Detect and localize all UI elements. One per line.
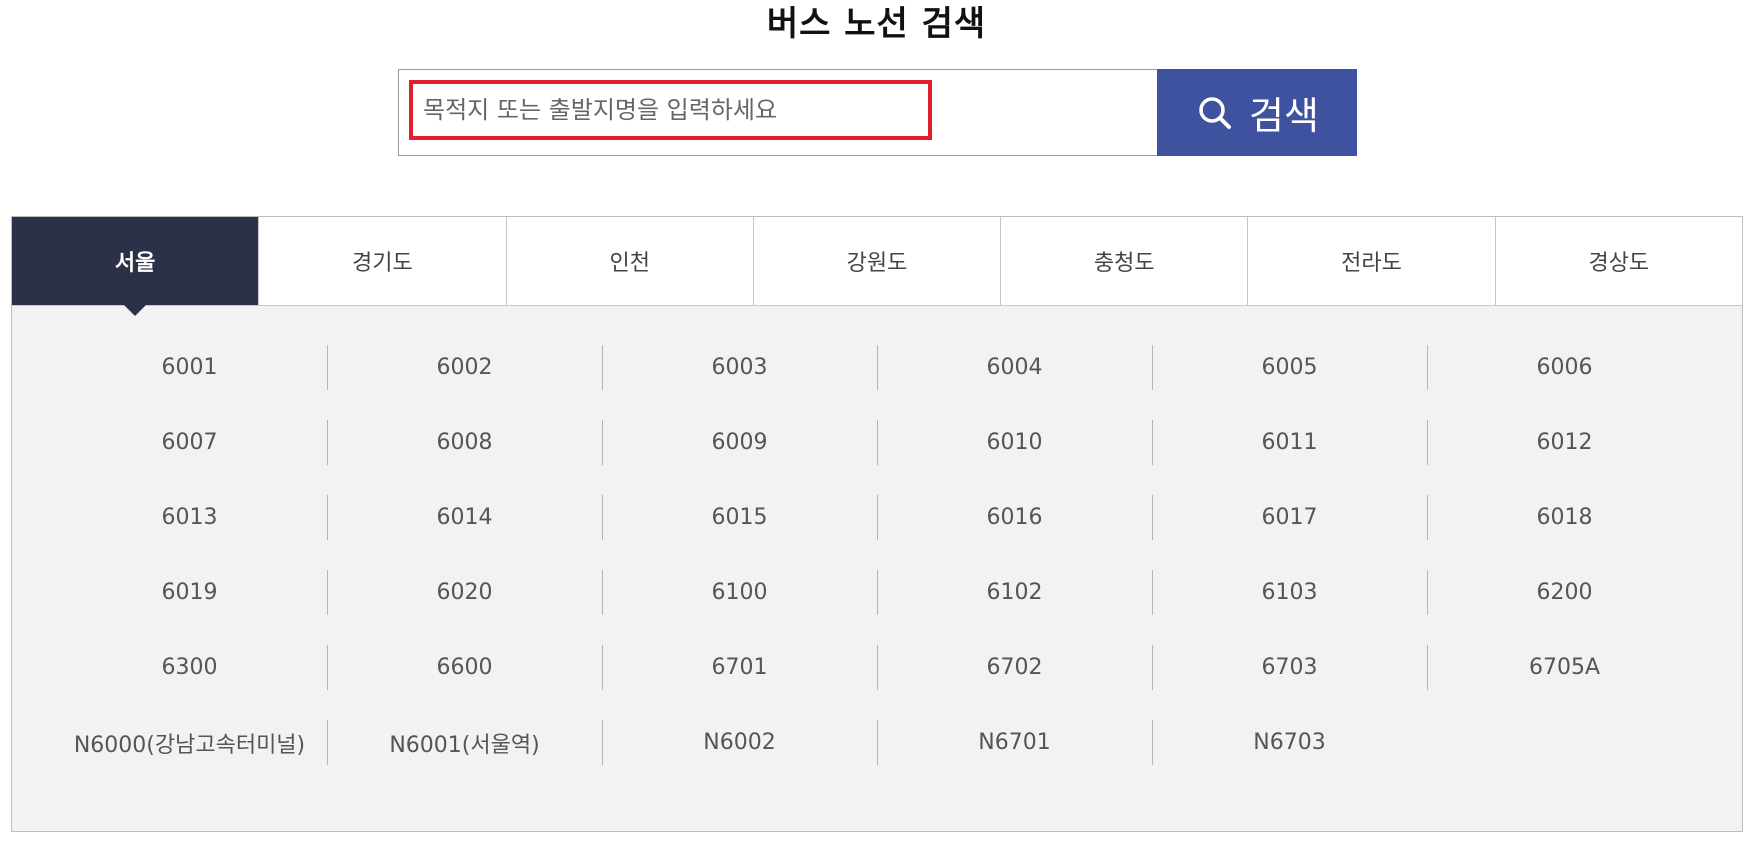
search-input[interactable] [409,80,932,140]
route-item[interactable]: 6010 [877,420,1152,465]
route-item[interactable]: 6703 [1152,645,1427,690]
route-item[interactable]: 6005 [1152,345,1427,390]
route-item[interactable]: 6006 [1427,345,1702,390]
route-item[interactable]: 6702 [877,645,1152,690]
route-item[interactable]: 6011 [1152,420,1427,465]
route-item[interactable]: 6701 [602,645,877,690]
route-item[interactable]: 6300 [52,645,327,690]
tab-4[interactable]: 강원도 [752,217,1000,305]
route-item[interactable]: 6004 [877,345,1152,390]
route-item[interactable]: 6020 [327,570,602,615]
search-box [398,69,1158,156]
route-item[interactable]: 6016 [877,495,1152,540]
route-item[interactable]: 6102 [877,570,1152,615]
route-item[interactable]: 6103 [1152,570,1427,615]
page-title: 버스 노선 검색 [766,4,987,44]
route-item[interactable]: 6015 [602,495,877,540]
route-item[interactable]: 6002 [327,345,602,390]
route-item[interactable]: 6200 [1427,570,1702,615]
route-item[interactable]: 6018 [1427,495,1702,540]
route-item[interactable]: N6001(서울역) [327,720,602,765]
route-item[interactable]: 6100 [602,570,877,615]
route-item[interactable]: 6017 [1152,495,1427,540]
search-bar: 검색 [398,69,1357,156]
search-button-label: 검색 [1249,94,1319,138]
route-item[interactable]: 6003 [602,345,877,390]
search-icon [1195,93,1235,133]
tab-1[interactable]: 서울 [12,217,259,316]
region-panel: 서울 경기도 인천 강원도 충청도 전라도 경상도 6001 6002 6003 6004 6005… [11,216,1743,832]
route-list: 6001 6002 6003 6004 6005 6006 6007 6008 6009 6010… [52,345,1702,765]
route-item[interactable]: N6703 [1152,720,1427,765]
tab-5[interactable]: 충청도 [1000,217,1247,305]
tab-2[interactable]: 경기도 [258,217,505,305]
tab-7[interactable]: 경상도 [1494,217,1742,305]
route-item[interactable]: N6002 [602,720,877,765]
route-item[interactable]: N6701 [877,720,1152,765]
route-item[interactable]: 6001 [52,345,327,390]
route-item[interactable]: 6014 [327,495,602,540]
route-item[interactable]: 6009 [602,420,877,465]
region-tabs: 서울 경기도 인천 강원도 충청도 전라도 경상도 [12,217,1742,316]
route-item[interactable]: 6008 [327,420,602,465]
search-button[interactable]: 검색 [1157,69,1357,156]
route-item[interactable]: 6012 [1427,420,1702,465]
route-item[interactable]: 6007 [52,420,327,465]
route-item[interactable]: N6000(강남고속터미널) [52,720,327,765]
route-item[interactable]: 6705A [1427,645,1702,690]
route-item[interactable]: 6013 [52,495,327,540]
tab-6[interactable]: 전라도 [1247,217,1494,305]
tab-3[interactable]: 인천 [505,217,753,305]
route-item[interactable]: 6600 [327,645,602,690]
route-item[interactable]: 6019 [52,570,327,615]
